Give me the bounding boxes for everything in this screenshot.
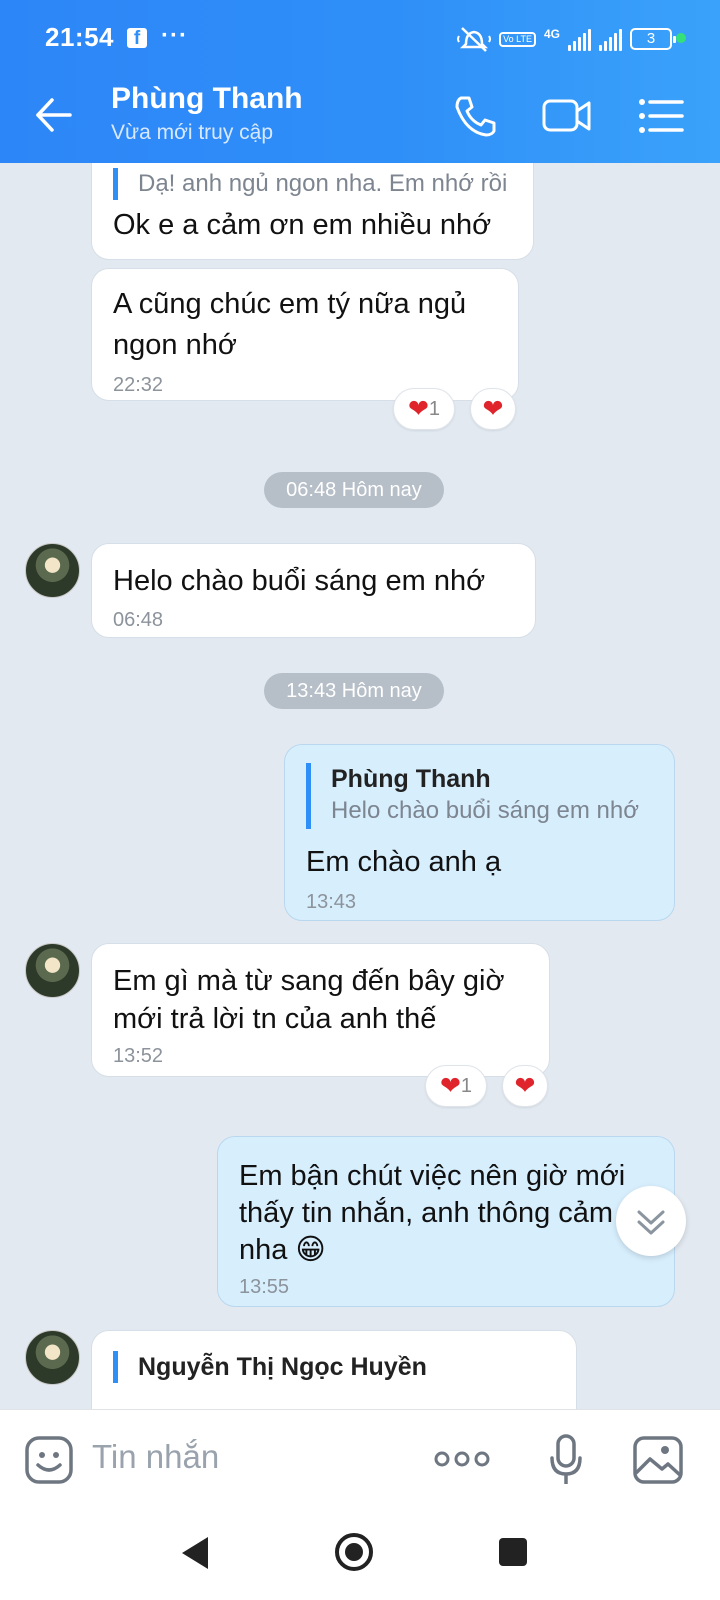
nav-home-icon[interactable] xyxy=(333,1531,375,1573)
message-text: Helo chào buổi sáng em nhớ xyxy=(113,565,486,597)
signal-icon-2 xyxy=(599,27,622,51)
message-bubble[interactable]: Dạ! anh ngủ ngon nha. Em nhớ rồi Ok e a … xyxy=(91,163,534,260)
contact-avatar[interactable] xyxy=(25,1330,80,1385)
date-separator: 13:43 Hôm nay xyxy=(264,673,444,709)
message-bubble-outgoing[interactable]: Phùng Thanh Helo chào buổi sáng em nhớ E… xyxy=(284,744,675,921)
heart-icon: ❤ xyxy=(514,1071,536,1100)
nav-back-icon[interactable] xyxy=(178,1534,212,1572)
double-chevron-down-icon xyxy=(637,1210,665,1235)
mute-vibrate-icon xyxy=(457,27,492,52)
message-text-line: ngon nhớ xyxy=(113,329,237,361)
heart-icon: ❤ xyxy=(482,394,504,423)
status-bar: 21:54 f ··· Vo LTE 4G 3 xyxy=(0,0,720,80)
quote-author: Phùng Thanh xyxy=(331,765,491,793)
gallery-image-icon[interactable] xyxy=(632,1435,684,1485)
message-text: Ok e a cảm ơn em nhiều nhớ xyxy=(113,209,492,241)
reaction-count-badge[interactable]: ❤ 1 xyxy=(425,1065,487,1107)
message-bubble[interactable]: Em gì mà từ sang đến bây giờ mới trả lời… xyxy=(91,943,550,1077)
chat-thread[interactable]: Dạ! anh ngủ ngon nha. Em nhớ rồi Ok e a … xyxy=(0,163,720,1409)
network-type: 4G xyxy=(543,27,560,41)
quote-author: Nguyễn Thị Ngọc Huyền xyxy=(138,1353,427,1381)
message-text-line: mới trả lời tn của anh thế xyxy=(113,1003,437,1035)
message-time: 22:32 xyxy=(113,374,164,396)
app-header: 21:54 f ··· Vo LTE 4G 3 Phùng Thanh Vừa … xyxy=(0,0,720,163)
contact-avatar[interactable] xyxy=(25,943,80,998)
contact-avatar[interactable] xyxy=(25,543,80,598)
date-separator: 06:48 Hôm nay xyxy=(264,472,444,508)
reply-quote: Nguyễn Thị Ngọc Huyền xyxy=(113,1351,427,1383)
heart-icon: ❤ xyxy=(407,394,429,423)
facebook-notification-icon: f xyxy=(127,28,147,49)
message-time: 13:43 xyxy=(306,891,357,913)
message-text-line: thấy tin nhắn, anh thông cảm xyxy=(239,1197,614,1229)
video-call-icon[interactable] xyxy=(542,94,592,138)
message-text-line: Em bận chút việc nên giờ mới xyxy=(239,1160,626,1192)
more-options-icon[interactable] xyxy=(434,1448,490,1470)
message-time: 13:52 xyxy=(113,1045,164,1067)
quote-text: Dạ! anh ngủ ngon nha. Em nhớ rồi xyxy=(138,170,508,197)
grinning-emoji: 😁 xyxy=(295,1234,326,1266)
voice-call-icon[interactable] xyxy=(452,94,502,138)
back-arrow-icon[interactable] xyxy=(34,95,74,135)
message-text-line: nha xyxy=(239,1234,288,1266)
signal-icon xyxy=(568,27,591,51)
heart-icon: ❤ xyxy=(439,1071,461,1100)
message-input[interactable]: Tin nhắn xyxy=(92,1438,219,1476)
message-bubble[interactable]: Nguyễn Thị Ngọc Huyền xyxy=(91,1330,577,1409)
message-time: 06:48 xyxy=(113,609,164,631)
status-time: 21:54 xyxy=(45,22,114,52)
message-bubble[interactable]: A cũng chúc em tý nữa ngủ ngon nhớ 22:32 xyxy=(91,268,519,401)
system-navigation-bar xyxy=(0,1511,720,1600)
scroll-to-bottom-button[interactable] xyxy=(616,1186,686,1256)
reaction-count: 1 xyxy=(460,1074,473,1097)
reaction-count-badge[interactable]: ❤ 1 xyxy=(393,388,455,430)
volte-icon: Vo LTE xyxy=(499,31,536,47)
message-text-line: A cũng chúc em tý nữa ngủ xyxy=(113,288,467,320)
contact-name[interactable]: Phùng Thanh xyxy=(111,82,303,116)
contact-presence: Vừa mới truy cập xyxy=(111,121,274,144)
message-time: 13:55 xyxy=(239,1276,290,1298)
quote-text: Helo chào buổi sáng em nhớ xyxy=(331,797,639,824)
more-notifications-icon: ··· xyxy=(161,22,188,49)
message-text-line: Em gì mà từ sang đến bây giờ xyxy=(113,965,505,997)
react-heart-button[interactable]: ❤ xyxy=(470,388,516,430)
battery-icon: 3 xyxy=(630,28,676,50)
reply-quote: Phùng Thanh Helo chào buổi sáng em nhớ xyxy=(306,763,639,829)
sticker-emoji-icon[interactable] xyxy=(24,1435,74,1485)
nav-recents-icon[interactable] xyxy=(496,1535,530,1569)
message-text: Em chào anh ạ xyxy=(306,846,502,878)
message-bubble-outgoing[interactable]: Em bận chút việc nên giờ mới thấy tin nh… xyxy=(217,1136,675,1307)
react-heart-button[interactable]: ❤ xyxy=(502,1065,548,1107)
reaction-count: 1 xyxy=(428,397,441,420)
message-bubble[interactable]: Helo chào buổi sáng em nhớ 06:48 xyxy=(91,543,536,638)
privacy-indicator-dot xyxy=(676,33,686,43)
message-composer: Tin nhắn xyxy=(0,1409,720,1511)
status-icons: Vo LTE 4G 3 xyxy=(457,24,676,54)
reply-quote: Dạ! anh ngủ ngon nha. Em nhớ rồi xyxy=(113,168,507,200)
microphone-icon[interactable] xyxy=(548,1432,584,1488)
menu-list-icon[interactable] xyxy=(636,94,686,138)
